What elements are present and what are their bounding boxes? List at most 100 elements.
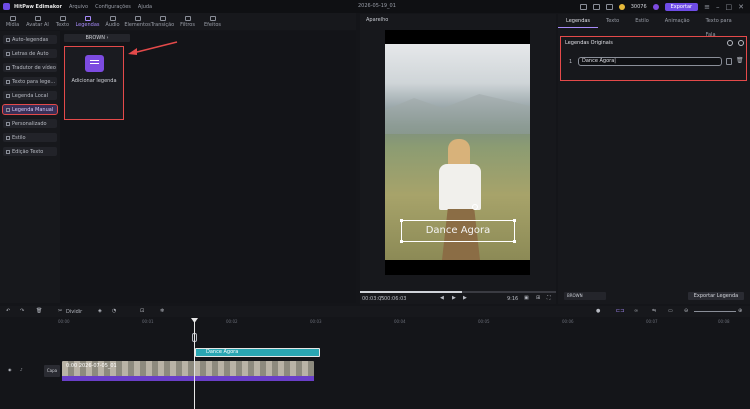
play-icon[interactable]: ▶	[452, 295, 456, 301]
aspect-ratio-select[interactable]: 9:16	[507, 296, 518, 302]
eye-icon[interactable]: ◉	[8, 367, 12, 372]
sidebar-item-auto-lyrics[interactable]: Letras de Auto	[3, 49, 57, 58]
text-to-captions-icon	[6, 79, 10, 84]
split-icon[interactable]: ✂	[58, 308, 62, 314]
menu-file[interactable]: Arquivo	[69, 4, 88, 10]
tab-text[interactable]: Texto	[50, 13, 75, 30]
crop-icon[interactable]: ⊡	[140, 308, 144, 314]
video-clip[interactable]: 0:00 2026-07-05_01	[62, 361, 314, 381]
tab-media[interactable]: Mídia	[0, 13, 25, 30]
style-icon	[6, 135, 10, 140]
cloud-icon[interactable]	[605, 3, 613, 10]
fit-icon[interactable]: ▭	[668, 308, 673, 314]
resize-handle[interactable]	[513, 240, 516, 243]
timeline-ruler[interactable]: 00:00 00:01 00:02 00:03 00:04 00:05 00:0…	[58, 318, 750, 326]
next-frame-icon[interactable]: ▶	[463, 295, 467, 301]
preview-track-icon[interactable]: ⇋	[652, 308, 656, 314]
tab-label: Mídia	[5, 21, 20, 28]
info-icon[interactable]	[738, 40, 744, 46]
time-total: 00:06:03	[384, 296, 407, 302]
export-button[interactable]: Exportar	[664, 2, 699, 11]
tab-effects[interactable]: Efeitos	[200, 13, 225, 30]
tab-elements[interactable]: Elementos	[124, 13, 151, 30]
link-icon[interactable]: ∞	[634, 308, 638, 314]
auto-captions-icon	[6, 37, 10, 42]
tab-text-props[interactable]: Texto	[598, 14, 627, 28]
magnet-icon[interactable]: ⊏⊐	[616, 308, 624, 314]
playhead[interactable]	[194, 318, 195, 409]
menu-help[interactable]: Ajuda	[138, 4, 152, 10]
tab-captions-props[interactable]: Legendas	[558, 14, 599, 28]
add-row-icon[interactable]	[726, 58, 732, 65]
preview-progress-bar[interactable]	[360, 291, 556, 293]
zoom-in-icon[interactable]: ⊕	[738, 308, 742, 314]
sidebar-item-video-translator[interactable]: Tradutor de vídeo	[3, 63, 57, 72]
sidebar-item-text-to-captions[interactable]: Texto para lege...	[3, 77, 57, 86]
resize-handle[interactable]	[400, 219, 403, 222]
chat-icon[interactable]	[592, 3, 600, 10]
sidebar-item-manual-captions[interactable]: Legenda Manual	[2, 104, 58, 115]
split-button[interactable]: Dividir	[66, 309, 82, 315]
sidebar-item-label: Texto para lege...	[12, 78, 56, 85]
zoom-out-icon[interactable]: ⊖	[684, 308, 688, 314]
add-caption-card[interactable]: Adicionar legenda	[64, 46, 124, 120]
sidebar-item-custom[interactable]: Personalizado	[3, 119, 57, 128]
tab-label: Avatar AI	[26, 21, 49, 28]
ruler-mark: 00:02	[226, 319, 238, 324]
avatar[interactable]	[652, 3, 659, 10]
transition-icon	[159, 15, 166, 21]
fullscreen-icon[interactable]: ⛶	[547, 295, 551, 301]
resize-handle[interactable]	[513, 219, 516, 222]
tab-tts-props[interactable]: Texto para Fala	[698, 14, 750, 38]
undo-icon[interactable]: ↶	[6, 308, 10, 314]
sidebar-item-text-edit[interactable]: Edição Texto	[3, 147, 57, 156]
tab-captions[interactable]: Legendas	[75, 13, 100, 30]
tab-transition[interactable]: Transição	[150, 13, 175, 30]
effects-icon	[209, 15, 216, 21]
speed-icon[interactable]: ◔	[112, 308, 116, 314]
menu-icon[interactable]: ≡	[704, 3, 710, 11]
export-captions-button[interactable]: Exportar Legenda	[688, 292, 744, 300]
tab-label: Efeitos	[203, 21, 221, 28]
sidebar-item-style[interactable]: Estilo	[3, 133, 57, 142]
rotate-handle-icon[interactable]	[472, 204, 478, 210]
freeze-icon[interactable]: ❄	[160, 308, 164, 314]
prev-frame-icon[interactable]: ◀	[440, 295, 444, 301]
ruler-mark: 00:04	[394, 319, 406, 324]
tab-animation-props[interactable]: Animação	[657, 14, 698, 28]
tab-label: Texto	[55, 21, 70, 28]
subtitle-selection-box[interactable]: Dance Agora	[400, 204, 516, 243]
cover-button[interactable]: Capa	[44, 365, 60, 377]
menu-settings[interactable]: Configurações	[95, 4, 131, 10]
sidebar-item-local-captions[interactable]: Legenda Local	[3, 91, 57, 100]
resize-handle[interactable]	[400, 240, 403, 243]
grid-icon[interactable]: ⊞	[536, 295, 540, 301]
ai-icon[interactable]	[727, 40, 733, 46]
mic-icon[interactable]: ●	[596, 308, 600, 314]
zoom-slider[interactable]	[694, 311, 736, 312]
delete-icon[interactable]: 🗑	[736, 57, 744, 64]
redo-icon[interactable]: ↷	[20, 308, 24, 314]
maximize-icon[interactable]: □	[726, 3, 733, 11]
tab-style-props[interactable]: Estilo	[627, 14, 657, 28]
sidebar-item-label: Letras de Auto	[12, 50, 49, 57]
category-chip[interactable]: BROWN ›	[64, 34, 130, 42]
tab-avatar-ai[interactable]: Avatar AI	[25, 13, 50, 30]
tab-audio[interactable]: Áudio	[100, 13, 125, 30]
tab-filters[interactable]: Filtros	[175, 13, 200, 30]
style-select[interactable]: BROWN	[564, 292, 606, 300]
add-caption-label: Adicionar legenda	[71, 78, 117, 84]
video-clip-label: 0:00 2026-07-05_01	[66, 363, 117, 369]
mute-icon[interactable]: ♪	[20, 367, 23, 372]
video-canvas[interactable]: Dance Agora	[385, 30, 530, 275]
subtitle-clip[interactable]: Dance Agora	[195, 348, 320, 357]
sidebar-item-auto-captions[interactable]: Auto-legendas	[3, 35, 57, 44]
properties-tabs: Legendas Texto Estilo Animação Texto par…	[558, 14, 750, 38]
snapshot-icon[interactable]: ▣	[524, 295, 529, 301]
caption-text-input[interactable]: Dance Agora|	[578, 57, 722, 66]
close-icon[interactable]: ✕	[738, 3, 744, 11]
shield-icon[interactable]: ◈	[98, 308, 102, 314]
screen-icon[interactable]	[579, 3, 587, 10]
minimize-icon[interactable]: –	[716, 3, 720, 11]
delete-clip-icon[interactable]: 🗑	[36, 308, 42, 314]
